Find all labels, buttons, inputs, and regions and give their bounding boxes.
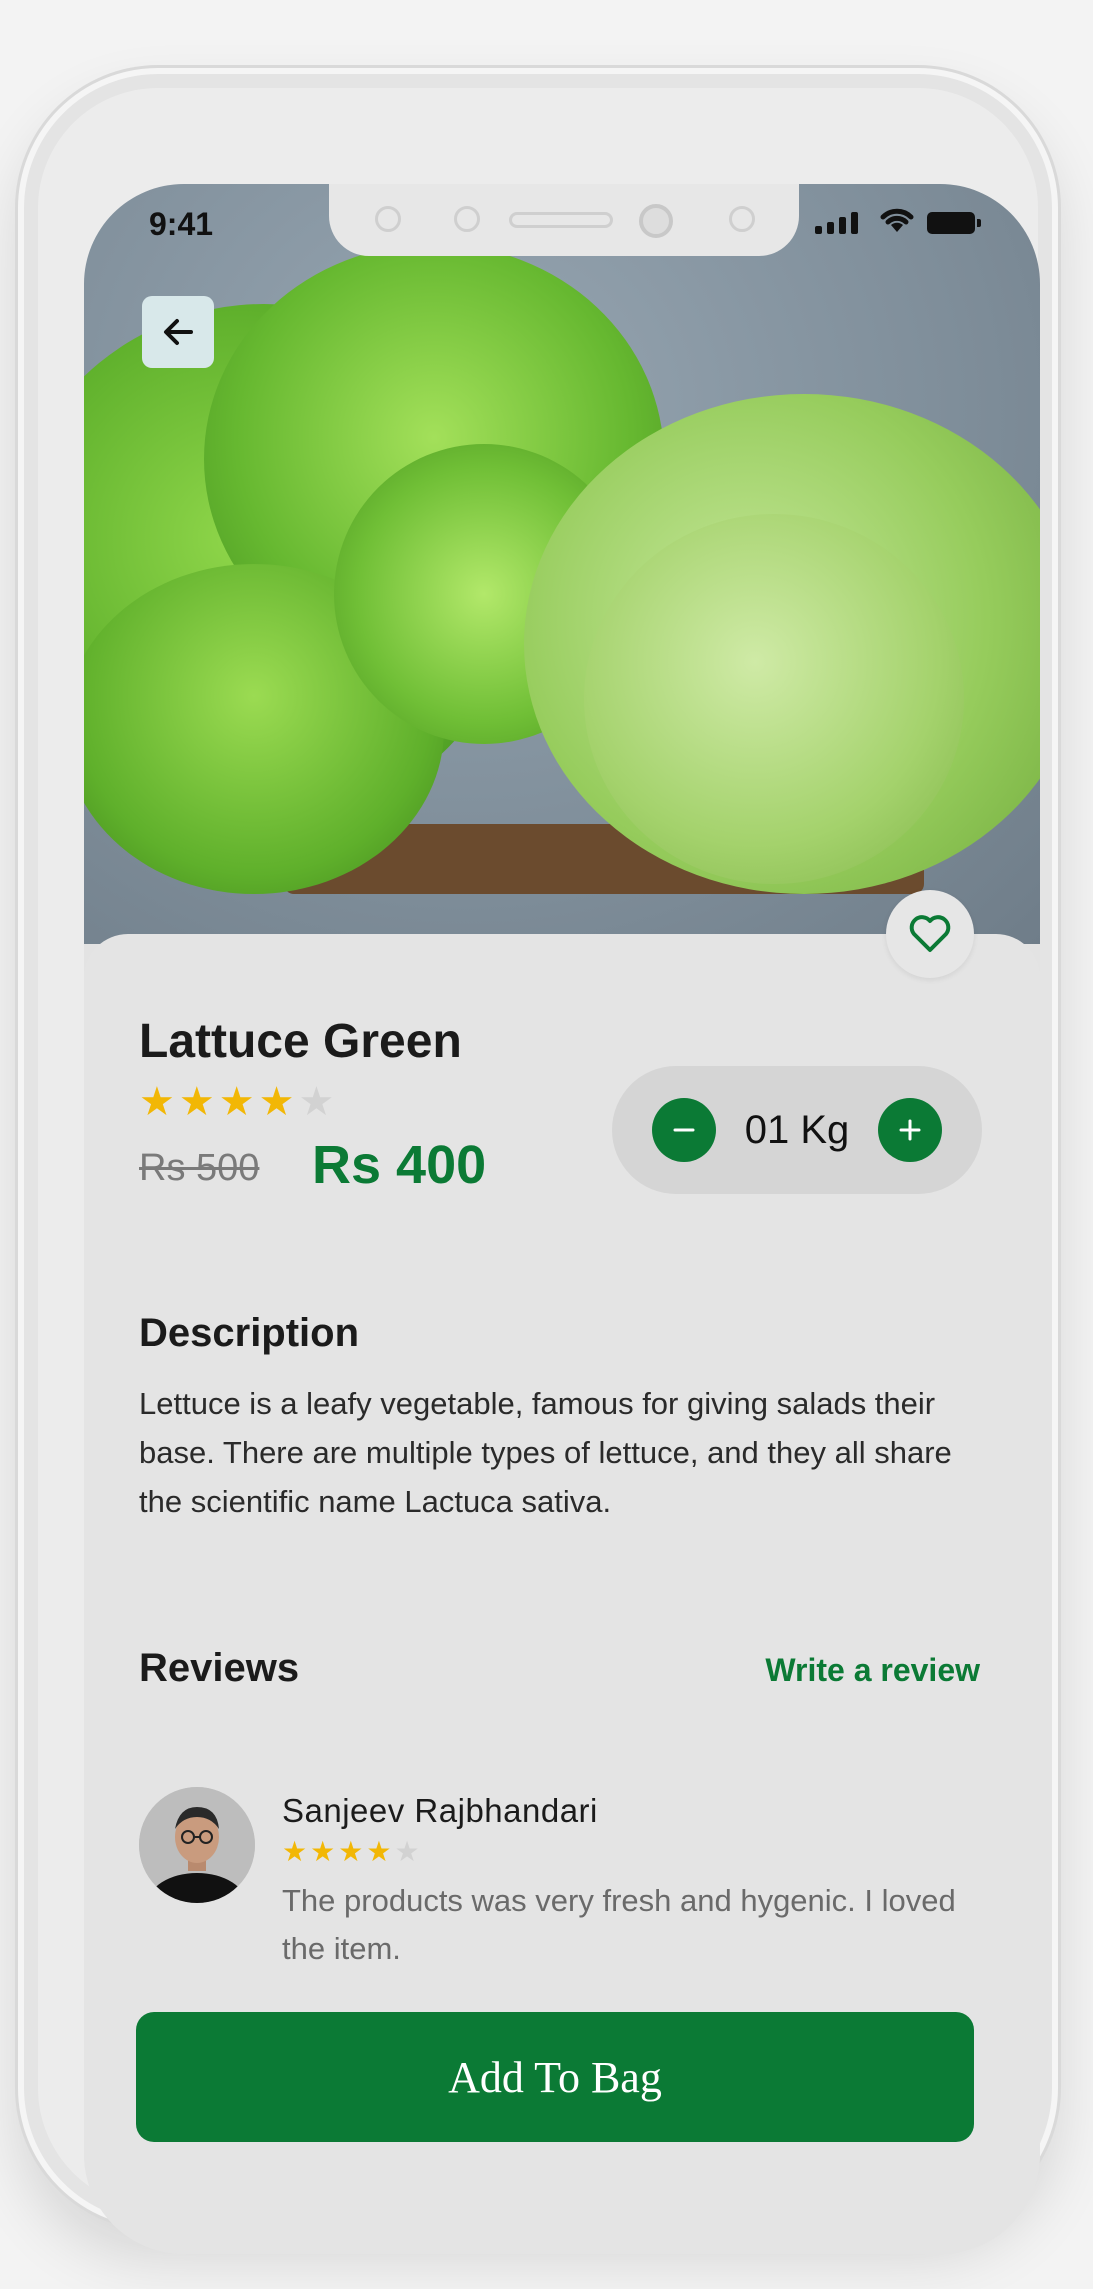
avatar xyxy=(139,1787,255,1903)
price: Rs 400 xyxy=(312,1135,487,1195)
star-empty-icon: ★ xyxy=(298,1080,335,1124)
status-time: 9:41 xyxy=(149,206,214,242)
quantity-stepper: 01 Kg xyxy=(612,1066,982,1194)
sensor-dot xyxy=(375,206,401,232)
star-filled-icon: ★ xyxy=(338,1836,364,1867)
star-filled-icon: ★ xyxy=(139,1080,175,1124)
star-filled-icon: ★ xyxy=(218,1080,255,1124)
star-filled-icon: ★ xyxy=(310,1836,336,1867)
device-notch xyxy=(329,184,799,256)
app-screen: 9:41 Lattuce Green ★ ★ ★ ★ ★ Rs 500 Rs 4… xyxy=(84,184,1040,2254)
write-review-link[interactable]: Write a review xyxy=(765,1652,980,1689)
plus-icon xyxy=(899,1119,921,1141)
arrow-left-icon xyxy=(164,319,193,345)
product-rating: ★ ★ ★ ★ ★ xyxy=(139,1082,334,1122)
reviews-heading: Reviews xyxy=(139,1646,300,1690)
description-text: Lettuce is a leafy vegetable, famous for… xyxy=(139,1386,952,1519)
heart-icon xyxy=(909,915,951,952)
avatar-person-icon xyxy=(139,1787,255,1903)
star-empty-icon: ★ xyxy=(394,1836,420,1867)
product-title: Lattuce Green xyxy=(139,1015,462,1068)
sensor-dot xyxy=(454,206,480,232)
front-camera xyxy=(639,204,673,238)
add-to-bag-button[interactable]: Add To Bag xyxy=(136,2012,974,2142)
reviewer-name: Sanjeev Rajbhandari xyxy=(282,1792,598,1829)
review-rating: ★ ★ ★ ★ ★ xyxy=(282,1838,420,1866)
star-filled-icon: ★ xyxy=(178,1080,215,1124)
phone-frame: 9:41 Lattuce Green ★ ★ ★ ★ ★ Rs 500 Rs 4… xyxy=(18,68,1058,2254)
product-image xyxy=(84,184,1040,944)
description-heading: Description xyxy=(139,1311,360,1355)
sensor-dot xyxy=(729,206,755,232)
star-filled-icon: ★ xyxy=(258,1080,295,1124)
battery-icon xyxy=(927,212,981,234)
star-filled-icon: ★ xyxy=(282,1836,308,1867)
favorite-button[interactable] xyxy=(886,890,974,978)
review-text: The products was very fresh and hygenic.… xyxy=(282,1883,956,1966)
increase-quantity-button[interactable] xyxy=(878,1098,942,1162)
status-icons xyxy=(815,204,985,240)
wifi-icon xyxy=(880,208,914,232)
speaker-grille xyxy=(509,212,613,228)
back-button[interactable] xyxy=(142,296,214,368)
star-filled-icon: ★ xyxy=(366,1836,392,1867)
cellular-signal-icon xyxy=(815,212,858,234)
old-price: Rs 500 xyxy=(139,1147,260,1189)
